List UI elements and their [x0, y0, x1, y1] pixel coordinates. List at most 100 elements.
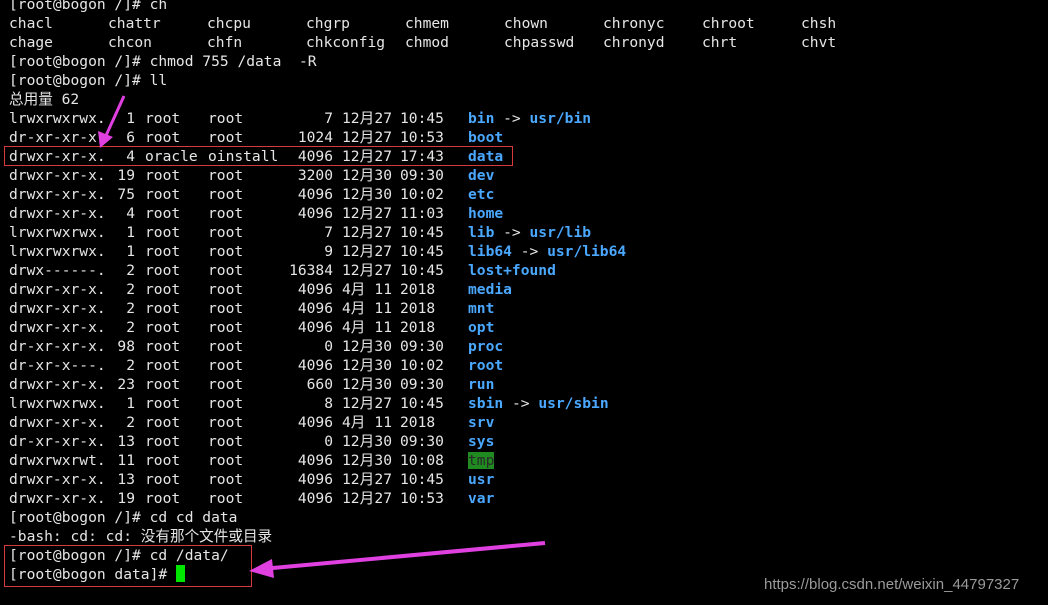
listing-row-mnt: drwxr-xr-x. 2 root root 4096 4月 11 2018 mnt — [9, 299, 709, 318]
listing-row-home: drwxr-xr-x. 4 root root 4096 12月 27 11:03 home — [9, 204, 709, 223]
completion-chronyc: chronyc — [603, 15, 665, 32]
listing-name: proc — [468, 338, 504, 355]
symlink-target: usr/sbin — [538, 395, 609, 412]
listing-day: 27 — [374, 129, 392, 146]
listing-row-boot: dr-xr-xr-x. 6 root root 1024 12月 27 10:53 boot — [9, 128, 709, 147]
listing-time: 09:30 — [400, 433, 444, 450]
listing-entry-name: etc — [468, 185, 494, 204]
listing-name: media — [468, 281, 512, 298]
listing-row-opt: drwxr-xr-x. 2 root root 4096 4月 11 2018 opt — [9, 318, 709, 337]
symlink-arrow: -> — [511, 243, 548, 260]
highlight-box-cd-commands — [4, 545, 252, 587]
completion-chsh: chsh — [801, 15, 837, 32]
listing-day: 30 — [374, 433, 392, 450]
listing-entry-name: sbin -> usr/sbin — [468, 394, 609, 413]
completion-chage: chage — [9, 34, 53, 51]
listing-entry-name: proc — [468, 337, 503, 356]
completion-chown: chown — [504, 15, 548, 32]
symlink-arrow: -> — [494, 110, 530, 127]
listing-time: 10:53 — [400, 490, 444, 507]
listing-row-proc: dr-xr-xr-x. 98 root root 0 12月 30 09:30 proc — [9, 337, 709, 356]
command-cd-bad: [root@bogon /]# cd cd data — [9, 509, 238, 526]
completion-chpasswd: chpasswd — [504, 34, 575, 51]
listing-day: 27 — [374, 395, 392, 412]
listing-entry-name: var — [468, 489, 494, 508]
error-message: -bash: cd: cd: 没有那个文件或目录 — [9, 528, 273, 545]
listing-day: 11 — [374, 281, 392, 298]
listing-name: home — [468, 205, 504, 222]
listing-row-srv: drwxr-xr-x. 2 root root 4096 4月 11 2018 srv — [9, 413, 709, 432]
listing-time: 10:45 — [400, 243, 444, 260]
symlink-arrow: -> — [503, 395, 539, 412]
completion-chacl: chacl — [9, 15, 53, 32]
listing-name: srv — [468, 414, 495, 431]
completion-chroot: chroot — [702, 15, 755, 32]
listing-entry-name: sys — [468, 432, 494, 451]
completion-chrt: chrt — [702, 34, 738, 51]
listing-name: opt — [468, 319, 495, 336]
listing-row-dev: drwxr-xr-x. 19 root root 3200 12月 30 09:30 dev — [9, 166, 709, 185]
symlink-target: usr/lib — [529, 224, 592, 241]
listing-entry-name: lib -> usr/lib — [468, 223, 591, 242]
listing-name: sbin — [468, 395, 504, 412]
completion-chronyd: chronyd — [603, 34, 665, 51]
listing-name: mnt — [468, 300, 495, 317]
listing-day: 11 — [374, 300, 392, 317]
listing-day: 27 — [374, 243, 392, 260]
listing-time: 10:45 — [400, 262, 444, 279]
listing-row-lib: lrwxrwxrwx. 1 root root 7 12月 27 10:45 lib -> us… — [9, 223, 709, 242]
listing-name: lib64 — [468, 243, 512, 260]
listing-entry-name: dev — [468, 166, 494, 185]
completion-chmem: chmem — [405, 15, 449, 32]
listing-day: 27 — [374, 471, 392, 488]
listing-time: 10:02 — [400, 357, 444, 374]
completion-chvt: chvt — [801, 34, 837, 51]
command-ll: [root@bogon /]# ll — [9, 72, 168, 89]
listing-day: 30 — [374, 357, 392, 374]
listing-time: 10:45 — [400, 471, 444, 488]
watermark-url: https://blog.csdn.net/weixin_44797327 — [764, 576, 1020, 593]
completion-chkconfig: chkconfig — [306, 34, 386, 51]
listing-day: 30 — [374, 186, 392, 203]
listing-row-var: drwxr-xr-x. 19 root root 4096 12月 27 10:53 var — [9, 489, 709, 508]
listing-entry-name: run — [468, 375, 494, 394]
listing-name: usr — [468, 471, 495, 488]
listing-day: 27 — [374, 205, 392, 222]
listing-time: 09:30 — [400, 338, 444, 355]
listing-name: var — [468, 490, 495, 507]
listing-row-lib64: lrwxrwxrwx. 1 root root 9 12月 27 10:45 lib64 -> … — [9, 242, 709, 261]
listing-entry-name: opt — [468, 318, 494, 337]
listing-entry-name: lost+found — [468, 261, 556, 280]
listing-name: sys — [468, 433, 495, 450]
listing-time: 10:45 — [400, 395, 444, 412]
listing-name: dev — [468, 167, 495, 184]
listing-row-sbin: lrwxrwxrwx. 1 root root 8 12月 27 10:45 sbin -> u… — [9, 394, 709, 413]
listing-day: 30 — [374, 167, 392, 184]
listing-time: 10:53 — [400, 129, 444, 146]
listing-time: 10:45 — [400, 224, 444, 241]
listing-time: 09:30 — [400, 167, 444, 184]
listing-row-run: drwxr-xr-x. 23 root root 660 12月 30 09:30 run — [9, 375, 709, 394]
listing-entry-name: bin -> usr/bin — [468, 109, 591, 128]
listing-time: 2018 — [400, 281, 436, 298]
highlight-box-data-row — [4, 146, 513, 166]
listing-name: lost+found — [468, 262, 556, 279]
symlink-target: usr/bin — [529, 110, 592, 127]
listing-entry-name: mnt — [468, 299, 494, 318]
command-chmod: [root@bogon /]# chmod 755 /data -R — [9, 53, 317, 70]
listing-day: 11 — [374, 319, 392, 336]
listing-time: 09:30 — [400, 376, 444, 393]
terminal-window[interactable]: [root@bogon /]# ch chacl chattr chcpu chgrp… — [0, 0, 1048, 605]
listing-time: 10:45 — [400, 110, 444, 127]
completion-chattr: chattr — [108, 15, 161, 32]
listing-row-media: drwxr-xr-x. 2 root root 4096 4月 11 2018 media — [9, 280, 709, 299]
listing-entry-name: root — [468, 356, 503, 375]
completion-chcon: chcon — [108, 34, 152, 51]
listing-day: 30 — [374, 452, 392, 469]
listing-entry-name: usr — [468, 470, 494, 489]
listing-day: 27 — [374, 262, 392, 279]
arrow-annotation-prompt — [249, 541, 546, 578]
completion-chmod: chmod — [405, 34, 449, 51]
symlink-arrow: -> — [494, 224, 530, 241]
listing-time: 2018 — [400, 414, 436, 431]
